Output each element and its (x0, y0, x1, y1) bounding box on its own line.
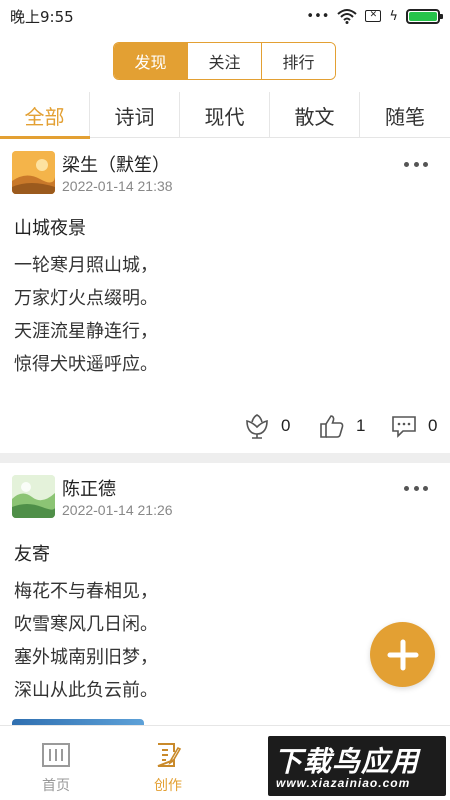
watermark-url: www.xiazainiao.com (276, 776, 411, 790)
flower-button[interactable]: 0 (243, 409, 290, 443)
category-tabs: 全部 诗词 现代 散文 随笔 (0, 92, 450, 139)
post-line: 万家灯火点缀明。 (14, 288, 158, 309)
tab-all[interactable]: 全部 (0, 92, 90, 139)
nav-home-label: 首页 (42, 778, 70, 794)
more-options-icon[interactable] (404, 481, 428, 495)
tab-prose[interactable]: 散文 (270, 92, 360, 138)
thumbs-up-icon (320, 415, 344, 438)
nav-home[interactable]: 首页 (0, 726, 112, 800)
more-status-icon: ••• (306, 8, 330, 24)
post-line: 天涯流星静连行， (14, 321, 158, 342)
status-icons: ••• ✕ ϟ (306, 8, 443, 24)
status-time: 晚上9:55 (10, 7, 74, 26)
post-line: 梅花不与春相见， (14, 581, 158, 602)
no-sim-icon: ✕ (365, 10, 382, 22)
segment-follow[interactable]: 关注 (188, 43, 262, 79)
status-bar: 晚上9:55 ••• ✕ ϟ (0, 0, 450, 32)
post-line: 一轮寒月照山城， (14, 255, 158, 276)
segment-ranking[interactable]: 排行 (262, 43, 335, 79)
post-line: 塞外城南别旧梦， (14, 647, 158, 668)
avatar[interactable] (12, 151, 55, 194)
post-actions: 0 1 0 (240, 409, 450, 443)
home-icon (42, 743, 70, 767)
post-date: 2022-01-14 21:26 (62, 502, 173, 518)
post-line: 吹雪寒风几日闲。 (14, 614, 158, 635)
post-card[interactable]: 陈正德 2022-01-14 21:26 友寄 梅花不与春相见， 吹雪寒风几日闲… (0, 463, 450, 725)
post-title: 山城夜景 (14, 218, 86, 239)
post-author[interactable]: 陈正德 (62, 475, 116, 501)
wifi-icon (337, 9, 358, 24)
watermark-logo: 下载鸟应用 www.xiazainiao.com (268, 736, 446, 796)
tab-essay[interactable]: 随笔 (360, 92, 450, 138)
charging-icon: ϟ (389, 8, 398, 24)
post-body: 一轮寒月照山城， 万家灯火点缀明。 天涯流星静连行， 惊得犬吠遥呼应。 (14, 249, 158, 381)
flower-count: 0 (281, 416, 291, 435)
tab-modern[interactable]: 现代 (180, 92, 270, 138)
more-options-icon[interactable] (404, 157, 428, 171)
comment-button[interactable]: 0 (390, 409, 437, 443)
post-author[interactable]: 梁生（默笙） (62, 151, 170, 177)
tab-poetry[interactable]: 诗词 (90, 92, 180, 138)
post-body: 梅花不与春相见， 吹雪寒风几日闲。 塞外城南别旧梦， 深山从此负云前。 (14, 575, 158, 707)
post-title: 友寄 (14, 544, 50, 565)
battery-icon (406, 8, 443, 24)
like-button[interactable]: 1 (318, 409, 365, 443)
post-line: 深山从此负云前。 (14, 680, 158, 701)
watermark-title: 下载鸟应用 (274, 745, 420, 778)
like-count: 1 (356, 416, 366, 435)
create-icon (157, 743, 182, 767)
nav-create[interactable]: 创作 (112, 726, 224, 800)
add-post-button[interactable] (370, 622, 435, 687)
landscape-avatar-image (12, 475, 55, 518)
flower-icon (246, 414, 268, 439)
comment-icon (392, 416, 416, 438)
post-card[interactable]: 梁生（默笙） 2022-01-14 21:38 山城夜景 一轮寒月照山城， 万家… (0, 139, 450, 453)
comment-count: 0 (428, 416, 438, 435)
battery-level (409, 11, 437, 21)
post-date: 2022-01-14 21:38 (62, 178, 173, 194)
post-line: 惊得犬吠遥呼应。 (14, 354, 158, 375)
feed-segment-control: 发现 关注 排行 (113, 42, 336, 80)
nav-create-label: 创作 (154, 778, 182, 794)
card-divider (0, 453, 450, 463)
segment-discover[interactable]: 发现 (114, 43, 188, 79)
desert-avatar-image (12, 151, 55, 194)
plus-icon (387, 639, 418, 670)
avatar[interactable] (12, 475, 55, 518)
